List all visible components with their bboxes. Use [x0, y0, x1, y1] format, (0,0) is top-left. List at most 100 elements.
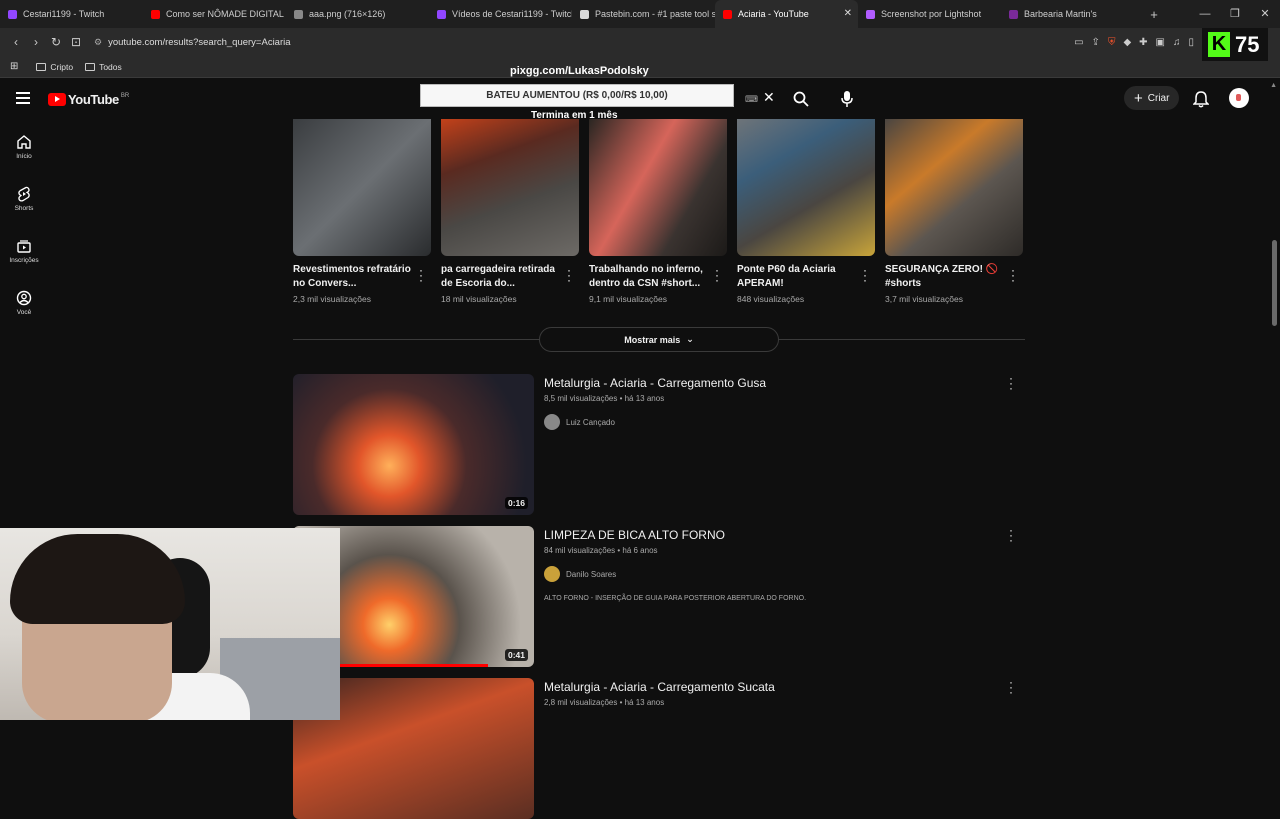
- new-tab-icon[interactable]: +: [1144, 7, 1164, 22]
- video-thumbnail[interactable]: 0:16: [293, 374, 534, 515]
- bookmark-folder-todos[interactable]: Todos: [85, 62, 122, 72]
- video-title[interactable]: Metalurgia - Aciaria - Carregamento Gusa: [544, 376, 766, 390]
- short-title[interactable]: Revestimentos refratário no Convers...: [293, 263, 411, 291]
- more-actions-icon[interactable]: · · ·: [419, 264, 423, 286]
- more-actions-icon[interactable]: · · ·: [567, 264, 571, 286]
- back-icon[interactable]: ‹: [6, 35, 26, 49]
- sidebar-label: Shorts: [14, 205, 34, 212]
- logo-text: YouTube: [68, 92, 119, 107]
- minimize-icon[interactable]: —: [1190, 0, 1220, 28]
- stream-goal-deadline: Termina em 1 mês: [531, 110, 618, 121]
- short-views: 18 mil visualizações: [441, 294, 517, 304]
- brave-shield-icon[interactable]: ⛨: [1108, 37, 1116, 48]
- plus-icon: +: [1134, 89, 1143, 107]
- browser-tab[interactable]: Como ser NÔMADE DIGITAL e: [143, 0, 286, 28]
- more-actions-icon[interactable]: · · ·: [1009, 372, 1013, 394]
- sidebar-toggle-icon[interactable]: ▯: [1188, 37, 1194, 48]
- create-label: Criar: [1147, 92, 1170, 104]
- sidebar-item-subscriptions[interactable]: Inscrições: [0, 238, 48, 264]
- create-button[interactable]: + Criar: [1124, 86, 1180, 110]
- short-card[interactable]: Trabalhando no inferno, dentro da CSN #s…: [589, 119, 727, 304]
- short-title[interactable]: Trabalhando no inferno, dentro da CSN #s…: [589, 263, 707, 291]
- video-result[interactable]: 0:16 Metalurgia - Aciaria - Carregamento …: [293, 372, 1025, 515]
- extension-icon[interactable]: ◆: [1123, 37, 1131, 48]
- short-thumbnail[interactable]: [589, 119, 727, 256]
- sidebar-item-shorts[interactable]: Shorts: [0, 186, 48, 212]
- more-actions-icon[interactable]: · · ·: [1011, 264, 1015, 286]
- short-views: 9,1 mil visualizações: [589, 294, 667, 304]
- menu-icon[interactable]: [16, 92, 30, 104]
- tab-title: Cestari1199 - Twitch: [23, 9, 105, 19]
- tab-title: Aciaria - YouTube: [738, 9, 809, 19]
- video-meta: 8,5 mil visualizações • há 13 anos: [544, 394, 665, 403]
- short-card[interactable]: Ponte P60 da Aciaria APERAM! 848 visualiz…: [737, 119, 875, 304]
- short-card[interactable]: Revestimentos refratário no Convers... 2,…: [293, 119, 431, 304]
- scroll-up-icon[interactable]: ▲: [1270, 82, 1277, 89]
- close-tab-icon[interactable]: ✕: [844, 8, 852, 19]
- folder-icon: [36, 62, 47, 71]
- tab-favicon-icon: [723, 9, 732, 19]
- more-actions-icon[interactable]: · · ·: [1009, 676, 1013, 698]
- browser-tab[interactable]: Aciaria - YouTube ✕: [715, 0, 858, 28]
- puzzle-icon[interactable]: ✚: [1139, 37, 1147, 48]
- more-actions-icon[interactable]: · · ·: [863, 264, 867, 286]
- tab-title: Barbearia Martin's: [1024, 9, 1097, 19]
- stream-goal-overlay: BATEU AUMENTOU (R$ 0,00/R$ 10,00): [420, 84, 734, 107]
- restore-icon[interactable]: ❐: [1220, 0, 1250, 28]
- video-result[interactable]: 0:41 LIMPEZA DE BICA ALTO FORNO 84 mil vis…: [293, 524, 1025, 667]
- show-more-button[interactable]: Mostrar mais ⌄: [539, 327, 779, 352]
- short-card[interactable]: SEGURANÇA ZERO! 🚫 #shorts 3,7 mil visuali…: [885, 119, 1023, 304]
- search-icon[interactable]: [792, 90, 810, 108]
- apps-grid-icon[interactable]: ⊞: [10, 61, 18, 72]
- microphone-icon[interactable]: [840, 90, 854, 108]
- sidebar-item-home[interactable]: Início: [0, 134, 48, 160]
- short-thumbnail[interactable]: [737, 119, 875, 256]
- browser-tab[interactable]: aaa.png (716×126): [286, 0, 429, 28]
- video-title[interactable]: Metalurgia - Aciaria - Carregamento Suca…: [544, 680, 775, 694]
- more-actions-icon[interactable]: · · ·: [715, 264, 719, 286]
- browser-tab[interactable]: Screenshot por Lightshot: [858, 0, 1001, 28]
- video-result[interactable]: Metalurgia - Aciaria - Carregamento Suca…: [293, 676, 1025, 819]
- short-title[interactable]: SEGURANÇA ZERO! 🚫 #shorts: [885, 263, 1003, 291]
- browser-tab[interactable]: Cestari1199 - Twitch: [0, 0, 143, 28]
- short-card[interactable]: pa carregadeira retirada de Escoria do..…: [441, 119, 579, 304]
- cast-icon[interactable]: ▭: [1074, 37, 1083, 48]
- media-icon[interactable]: ♫: [1173, 37, 1181, 48]
- browser-tab[interactable]: Pastebin.com - #1 paste tool s: [572, 0, 715, 28]
- youtube-logo[interactable]: YouTube BR: [48, 92, 129, 107]
- short-thumbnail[interactable]: [293, 119, 431, 256]
- short-title[interactable]: Ponte P60 da Aciaria APERAM!: [737, 263, 855, 291]
- close-window-icon[interactable]: ✕: [1250, 0, 1280, 28]
- channel-link[interactable]: Danilo Soares: [544, 566, 616, 582]
- tab-favicon-icon: [151, 9, 160, 19]
- share-icon[interactable]: ⇪: [1092, 37, 1100, 48]
- video-title[interactable]: LIMPEZA DE BICA ALTO FORNO: [544, 528, 725, 542]
- channel-link[interactable]: Luiz Cançado: [544, 414, 615, 430]
- short-title[interactable]: pa carregadeira retirada de Escoria do..…: [441, 263, 559, 291]
- more-actions-icon[interactable]: · · ·: [1009, 524, 1013, 546]
- short-thumbnail[interactable]: [885, 119, 1023, 256]
- screenshot-icon[interactable]: ▣: [1156, 37, 1165, 48]
- clear-search-icon[interactable]: ✕: [763, 89, 775, 106]
- window-controls: — ❐ ✕: [1190, 0, 1280, 28]
- country-code: BR: [120, 92, 130, 99]
- browser-tab[interactable]: Barbearia Martin's: [1001, 0, 1144, 28]
- forward-icon[interactable]: ›: [26, 35, 46, 49]
- page-scrollbar[interactable]: [1272, 240, 1277, 326]
- video-description: ALTO FORNO - INSERÇÃO DE GUIA PARA POSTE…: [544, 595, 807, 602]
- tab-favicon-icon: [866, 9, 875, 19]
- bookmark-folder-cripto[interactable]: Cripto: [36, 62, 73, 72]
- bookmark-icon[interactable]: ⊡: [66, 35, 86, 49]
- channel-avatar[interactable]: [544, 566, 560, 582]
- keyboard-icon[interactable]: ⌨: [745, 94, 758, 105]
- notifications-icon[interactable]: [1193, 90, 1209, 108]
- tab-title: Screenshot por Lightshot: [881, 9, 982, 19]
- sidebar-item-you[interactable]: Você: [0, 290, 48, 316]
- channel-avatar[interactable]: [544, 414, 560, 430]
- site-info-icon[interactable]: ⚙: [94, 37, 102, 48]
- url-field[interactable]: youtube.com/results?search_query=Aciaria: [108, 37, 290, 48]
- account-avatar[interactable]: [1229, 88, 1249, 108]
- browser-tab[interactable]: Vídeos de Cestari1199 - Twitch: [429, 0, 572, 28]
- reload-icon[interactable]: ↻: [46, 35, 66, 49]
- short-thumbnail[interactable]: [441, 119, 579, 256]
